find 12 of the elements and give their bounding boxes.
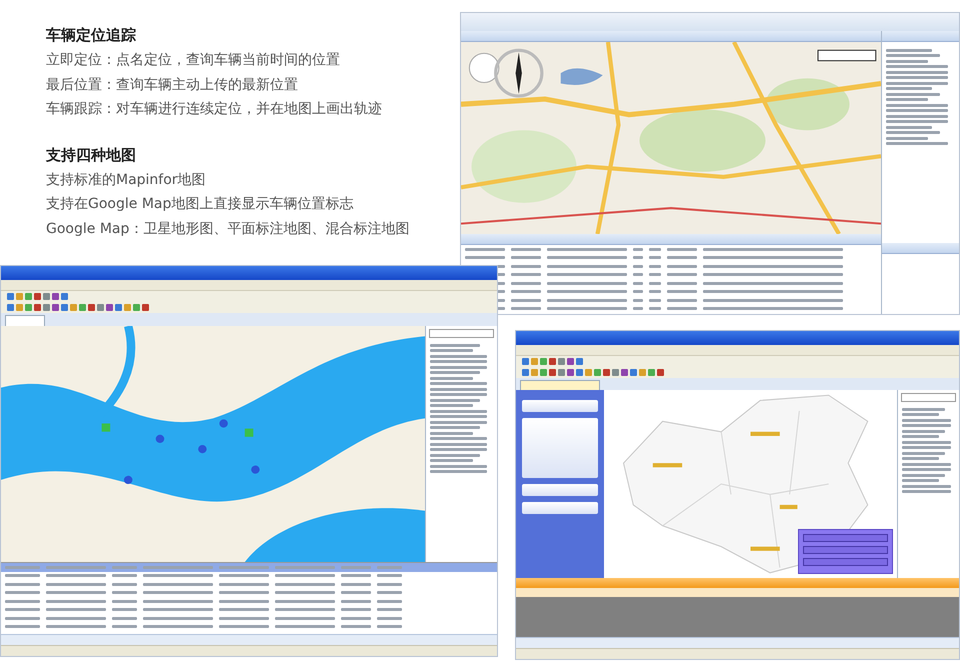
search-field[interactable] xyxy=(901,393,956,402)
section-heading: 车辆定位追踪 xyxy=(46,25,137,46)
feature-line: 车辆跟踪：对车辆进行连续定位，并在地图上画出轨迹 xyxy=(46,100,383,119)
section-heading: 支持四种地图 xyxy=(46,144,137,166)
feature-line: 最后位置：查询车辆主动上传的最新位置 xyxy=(46,76,299,94)
tab[interactable] xyxy=(5,315,45,326)
tab[interactable] xyxy=(520,380,600,390)
feature-line: Google Map：卫星地形图、平面标注地图、混合标注地图 xyxy=(46,220,410,238)
feature-line: 立即定位：点名定位，查询车辆当前时间的位置 xyxy=(46,51,341,70)
feature-line: 支持在Google Map地图上直接显示车辆位置标志 xyxy=(46,195,354,214)
feature-line: 支持标准的Mapinfor地图 xyxy=(46,170,207,190)
search-field[interactable] xyxy=(429,329,494,338)
